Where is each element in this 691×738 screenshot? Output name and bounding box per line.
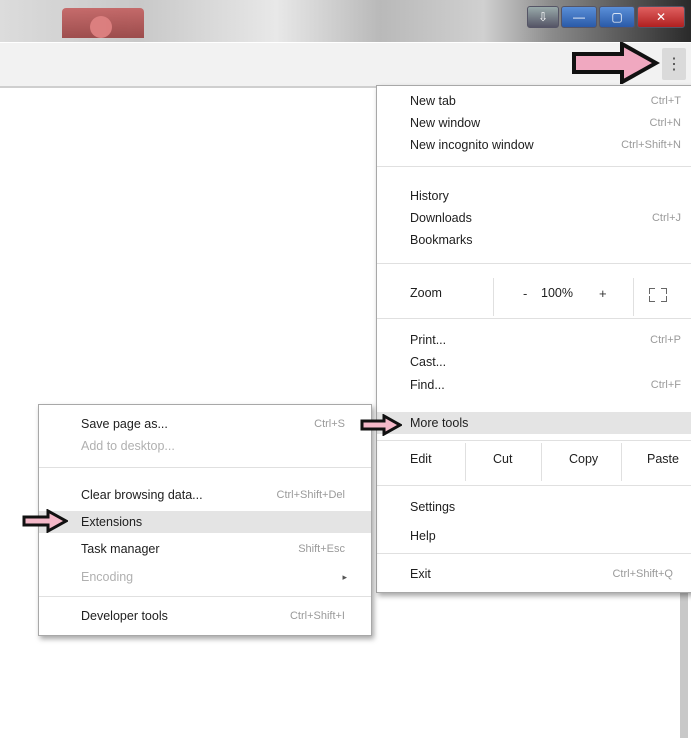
zoom-in-button[interactable]: + [599,286,607,301]
menu-separator [377,318,691,319]
download-icon[interactable]: ⇩ [527,6,559,28]
menu-item-label: New tab [410,94,456,108]
chrome-menu-button[interactable]: ⋮ [662,48,686,80]
maximize-button[interactable]: ▢ [599,6,635,28]
divider [621,443,622,481]
more-tools-submenu: Save page as... Ctrl+S Add to desktop...… [38,404,372,636]
menu-separator [377,553,691,554]
shortcut-label: Ctrl+T [650,95,681,107]
cut-button[interactable]: Cut [493,452,512,466]
shortcut-label: Ctrl+Shift+Del [276,489,345,501]
shortcut-label: Ctrl+J [651,212,681,224]
menu-item-new-window[interactable]: New window Ctrl+N [377,112,691,134]
menu-item-history[interactable]: History ▸ [377,185,691,207]
menu-item-label: New window [410,116,481,130]
submenu-item-task-manager[interactable]: Task manager Shift+Esc [39,538,371,560]
divider [633,278,634,316]
page-divider [0,86,376,87]
menu-item-label: History [410,189,449,203]
menu-item-label: Find... [410,378,445,392]
scrollbar[interactable] [680,590,688,738]
menu-item-label: New incognito window [410,138,534,152]
menu-separator [377,485,691,486]
menu-separator [377,263,691,264]
menu-item-settings[interactable]: Settings [377,496,691,518]
edit-label: Edit [410,452,432,466]
menu-item-new-tab[interactable]: New tab Ctrl+T [377,90,691,112]
menu-item-cast[interactable]: Cast... [377,351,691,373]
zoom-level: 100% [541,286,573,300]
menu-item-label: Clear browsing data... [81,488,203,502]
menu-item-label: Encoding [81,570,134,584]
submenu-item-extensions[interactable]: Extensions [39,511,371,533]
menu-item-help[interactable]: Help ▸ [377,525,691,547]
menu-item-label: Help [410,529,436,543]
menu-separator [377,166,691,167]
browser-tab[interactable] [62,8,144,38]
menu-item-new-incognito-window[interactable]: New incognito window Ctrl+Shift+N [377,134,691,156]
edit-row: Edit Cut Copy Paste [377,443,691,481]
shortcut-label: Ctrl+S [314,418,345,430]
shortcut-label: Shift+Esc [298,543,345,555]
chrome-main-menu: New tab Ctrl+T New window Ctrl+N New inc… [376,85,691,593]
menu-item-label: Exit [410,567,431,581]
close-button[interactable]: ✕ [637,6,685,28]
shortcut-label: Ctrl+Shift+N [621,139,681,151]
menu-item-downloads[interactable]: Downloads Ctrl+J [377,207,691,229]
menu-item-label: Downloads [410,211,472,225]
submenu-item-save-page-as[interactable]: Save page as... Ctrl+S [39,413,371,435]
shortcut-label: Ctrl+Shift+Q [612,568,673,580]
menu-item-print[interactable]: Print... Ctrl+P [377,329,691,351]
chevron-right-icon: ▸ [342,572,347,582]
kebab-menu-icon: ⋮ [666,56,682,73]
pointer-arrow-extensions [22,509,68,533]
menu-item-label: Cast... [410,355,447,369]
submenu-item-developer-tools[interactable]: Developer tools Ctrl+Shift+I [39,605,371,627]
menu-item-label: Save page as... [81,417,168,431]
shortcut-label: Ctrl+N [649,117,681,129]
menu-item-label: Bookmarks [410,233,473,247]
zoom-label: Zoom [410,286,442,300]
menu-item-label: Add to desktop... [81,439,175,453]
menu-item-label: Print... [410,333,447,347]
pointer-arrow-pink [572,42,660,84]
menu-item-label: Task manager [81,542,160,556]
menu-item-exit[interactable]: Exit Ctrl+Shift+Q [377,563,691,585]
submenu-item-add-to-desktop: Add to desktop... [39,435,371,457]
fullscreen-icon[interactable] [649,288,667,302]
menu-item-label: Developer tools [81,609,168,623]
copy-button[interactable]: Copy [569,452,598,466]
divider [465,443,466,481]
menu-item-find[interactable]: Find... Ctrl+F [377,374,691,396]
menu-separator [377,440,691,441]
divider [541,443,542,481]
divider [493,278,494,316]
menu-separator [39,467,371,468]
title-bar: ⇩ — ▢ ✕ [0,0,691,42]
shortcut-label: Ctrl+P [650,334,681,346]
menu-separator [39,596,371,597]
menu-item-more-tools[interactable]: More tools ▸ [377,412,691,434]
shortcut-label: Ctrl+F [650,379,681,391]
minimize-button[interactable]: — [561,6,597,28]
menu-item-label: Settings [410,500,456,514]
submenu-item-clear-browsing-data[interactable]: Clear browsing data... Ctrl+Shift+Del [39,484,371,506]
zoom-row: Zoom - 100% + [377,278,691,316]
zoom-out-button[interactable]: - [523,286,527,301]
shortcut-label: Ctrl+Shift+I [289,610,345,622]
menu-item-label: More tools [410,416,469,430]
pointer-arrow-more-tools [360,414,402,436]
paste-button[interactable]: Paste [647,452,679,466]
menu-item-label: Extensions [81,515,143,529]
window-controls: ⇩ — ▢ ✕ [527,6,685,28]
menu-item-bookmarks[interactable]: Bookmarks ▸ [377,229,691,251]
submenu-item-encoding: Encoding ▸ [39,566,371,588]
